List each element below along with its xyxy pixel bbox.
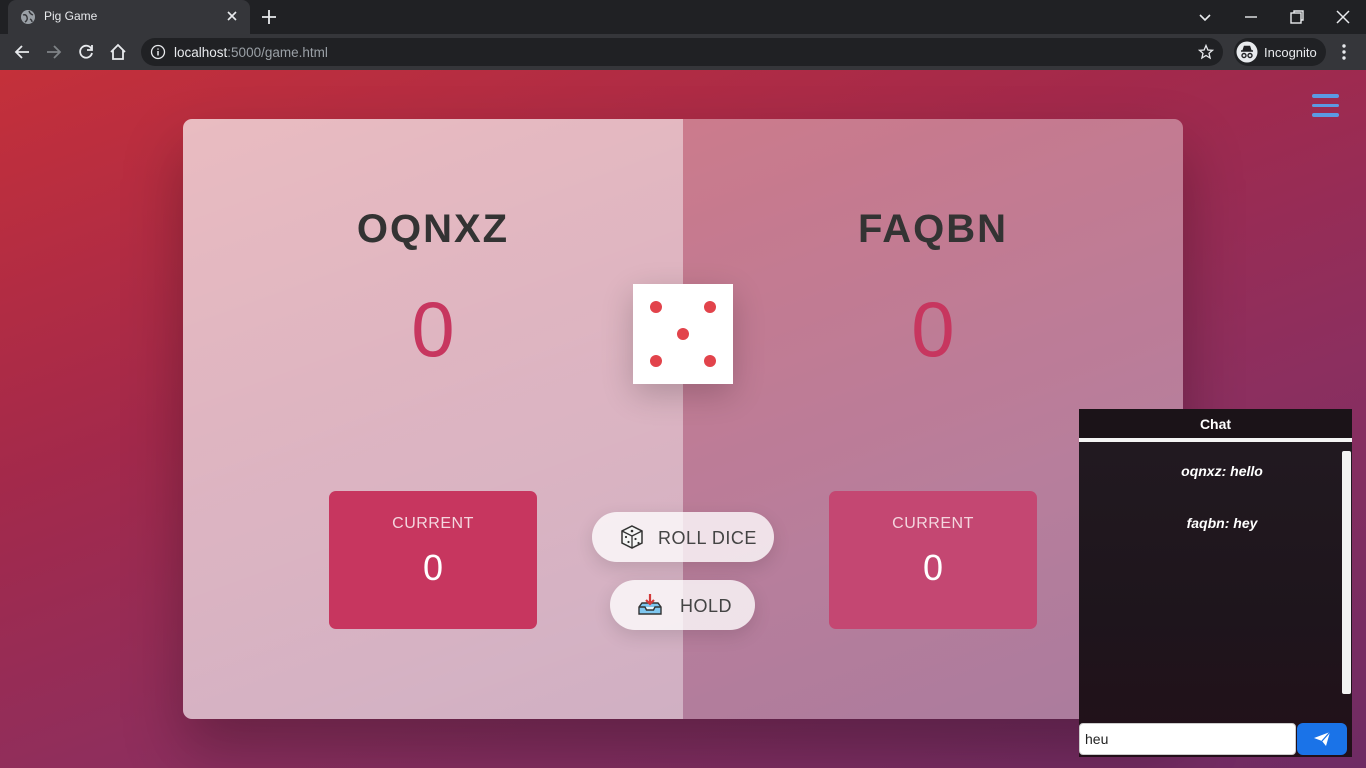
bookmark-star-icon[interactable]: [1198, 44, 1214, 60]
player-0-current-score: 0: [422, 547, 444, 588]
hold-button[interactable]: HOLD: [610, 580, 755, 630]
address-bar[interactable]: localhost:5000/game.html: [141, 38, 1223, 66]
close-tab-icon[interactable]: [224, 8, 240, 24]
dice-face-icon: [633, 284, 733, 384]
reload-icon[interactable]: [76, 42, 96, 62]
roll-dice-label: ROLL DICE: [658, 528, 757, 548]
hamburger-menu-icon[interactable]: [1312, 94, 1339, 118]
dice-pip: [650, 301, 662, 313]
chat-header: Chat: [1079, 409, 1352, 442]
player-0-score: 0: [411, 285, 455, 373]
home-icon[interactable]: [108, 42, 128, 62]
browser-menu-icon[interactable]: [1336, 42, 1352, 62]
chat-message: oqnxz: hello: [1181, 463, 1263, 479]
close-window-icon[interactable]: [1332, 6, 1354, 28]
player-1-score: 0: [911, 285, 955, 373]
globe-icon: [21, 10, 35, 24]
hold-label: HOLD: [680, 596, 733, 616]
restore-icon[interactable]: [1286, 6, 1308, 28]
dice-pip: [650, 355, 662, 367]
dice-pip: [677, 328, 689, 340]
minimize-icon[interactable]: [1240, 6, 1262, 28]
incognito-badge[interactable]: Incognito: [1234, 38, 1326, 66]
game-page: OQNXZ 0 CURRENT 0 FAQBN 0 CURRENT 0 ROLL…: [0, 70, 1366, 768]
browser-tab[interactable]: Pig Game: [8, 0, 250, 34]
site-info-icon[interactable]: [150, 44, 166, 60]
player-0-current-label: CURRENT: [392, 515, 474, 532]
send-icon: [1314, 731, 1331, 746]
tab-title: Pig Game: [44, 9, 98, 23]
url-text: localhost:5000/game.html: [174, 45, 328, 60]
player-1-name: FAQBN: [858, 207, 1008, 251]
chat-title: Chat: [1199, 416, 1232, 432]
tab-strip: Pig Game: [0, 0, 1366, 34]
chat-message: faqbn: hey: [1186, 515, 1258, 531]
player-0-current-box: CURRENT 0: [329, 491, 537, 629]
chat-scrollbar[interactable]: [1342, 451, 1351, 694]
new-tab-icon[interactable]: [260, 8, 278, 26]
incognito-label: Incognito: [1264, 45, 1317, 60]
player-1-current-score: 0: [922, 547, 944, 588]
player-0-panel: OQNXZ 0 CURRENT 0: [183, 119, 683, 719]
game-board: OQNXZ 0 CURRENT 0 FAQBN 0 CURRENT 0 ROLL…: [183, 119, 1183, 719]
tab-search-icon[interactable]: [1194, 6, 1216, 28]
incognito-icon: [1236, 41, 1258, 63]
browser-toolbar: localhost:5000/game.html Incognito: [0, 34, 1366, 70]
chat-messages: oqnxz: hello faqbn: hey: [1079, 449, 1341, 694]
player-0-name: OQNXZ: [356, 207, 510, 251]
dice-icon: [621, 525, 643, 549]
forward-icon[interactable]: [44, 42, 64, 62]
roll-dice-button[interactable]: ROLL DICE: [592, 512, 774, 562]
chat-panel: Chat oqnxz: hello faqbn: hey: [1079, 409, 1352, 757]
chat-message-input[interactable]: [1079, 723, 1296, 755]
inbox-tray-icon: [638, 594, 662, 615]
player-1-current-box: CURRENT 0: [829, 491, 1037, 629]
send-button[interactable]: [1297, 723, 1347, 755]
back-icon[interactable]: [12, 42, 32, 62]
player-1-current-label: CURRENT: [892, 515, 974, 532]
dice-pip: [704, 301, 716, 313]
dice-pip: [704, 355, 716, 367]
